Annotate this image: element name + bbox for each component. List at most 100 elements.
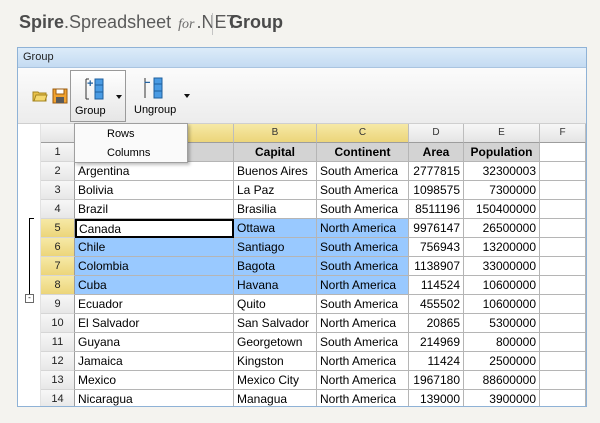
table-cell[interactable]: 32300003: [464, 162, 540, 181]
column-header-d[interactable]: D: [409, 124, 464, 143]
table-cell[interactable]: 13200000: [464, 238, 540, 257]
table-cell[interactable]: 150400000: [464, 200, 540, 219]
row-header[interactable]: 10: [41, 314, 75, 333]
table-cell[interactable]: Kingston: [234, 352, 317, 371]
table-cell-empty[interactable]: [540, 276, 586, 295]
table-cell[interactable]: La Paz: [234, 181, 317, 200]
table-header-cell[interactable]: Continent: [317, 143, 409, 162]
collapse-group-button[interactable]: -: [25, 294, 34, 303]
table-cell[interactable]: Brasilia: [234, 200, 317, 219]
row-header[interactable]: 5: [41, 219, 75, 238]
table-cell[interactable]: Colombia: [75, 257, 234, 276]
table-header-cell[interactable]: Area: [409, 143, 464, 162]
table-cell[interactable]: Quito: [234, 295, 317, 314]
table-header-cell[interactable]: Capital: [234, 143, 317, 162]
row-header[interactable]: 14: [41, 390, 75, 406]
table-cell-empty[interactable]: [540, 295, 586, 314]
table-cell[interactable]: 33000000: [464, 257, 540, 276]
table-cell[interactable]: Mexico City: [234, 371, 317, 390]
table-cell[interactable]: Nicaragua: [75, 390, 234, 406]
column-header-f[interactable]: F: [540, 124, 586, 143]
row-header[interactable]: 2: [41, 162, 75, 181]
table-cell[interactable]: 11424: [409, 352, 464, 371]
table-cell[interactable]: South America: [317, 162, 409, 181]
table-cell[interactable]: Ottawa: [234, 219, 317, 238]
table-cell[interactable]: Canada: [75, 219, 234, 238]
table-cell[interactable]: North America: [317, 276, 409, 295]
table-cell[interactable]: Jamaica: [75, 352, 234, 371]
row-header[interactable]: 9: [41, 295, 75, 314]
group-button[interactable]: + Group: [70, 70, 126, 122]
table-cell[interactable]: El Salvador: [75, 314, 234, 333]
table-cell-empty[interactable]: [540, 352, 586, 371]
table-cell[interactable]: Argentina: [75, 162, 234, 181]
table-cell-empty[interactable]: [540, 200, 586, 219]
table-cell-empty[interactable]: [540, 238, 586, 257]
row-header[interactable]: 4: [41, 200, 75, 219]
table-cell[interactable]: 114524: [409, 276, 464, 295]
table-cell[interactable]: Ecuador: [75, 295, 234, 314]
column-header-c[interactable]: C: [317, 124, 409, 143]
table-cell[interactable]: Bolivia: [75, 181, 234, 200]
table-cell[interactable]: 800000: [464, 333, 540, 352]
table-cell[interactable]: Guyana: [75, 333, 234, 352]
table-cell[interactable]: 1138907: [409, 257, 464, 276]
table-cell[interactable]: South America: [317, 333, 409, 352]
table-cell[interactable]: 2777815: [409, 162, 464, 181]
table-cell[interactable]: North America: [317, 219, 409, 238]
spreadsheet-grid[interactable]: - A B C D E F 1NameCapitalContinentAreaP…: [18, 124, 586, 406]
table-cell[interactable]: 26500000: [464, 219, 540, 238]
row-header[interactable]: 12: [41, 352, 75, 371]
table-cell[interactable]: 8511196: [409, 200, 464, 219]
table-cell-empty[interactable]: [540, 181, 586, 200]
table-cell-empty[interactable]: [540, 333, 586, 352]
table-cell-empty[interactable]: [540, 219, 586, 238]
table-cell-empty[interactable]: [540, 371, 586, 390]
column-header-e[interactable]: E: [464, 124, 540, 143]
table-cell[interactable]: 1967180: [409, 371, 464, 390]
table-cell[interactable]: 88600000: [464, 371, 540, 390]
table-cell[interactable]: San Salvador: [234, 314, 317, 333]
table-cell[interactable]: 10600000: [464, 276, 540, 295]
table-cell[interactable]: Mexico: [75, 371, 234, 390]
table-cell-empty[interactable]: [540, 257, 586, 276]
menu-item-rows[interactable]: Rows: [75, 125, 187, 144]
save-button[interactable]: [52, 88, 68, 104]
ungroup-button[interactable]: − Ungroup: [128, 70, 190, 122]
table-cell[interactable]: South America: [317, 295, 409, 314]
table-cell[interactable]: 5300000: [464, 314, 540, 333]
table-cell[interactable]: 1098575: [409, 181, 464, 200]
row-header[interactable]: 7: [41, 257, 75, 276]
table-cell[interactable]: 2500000: [464, 352, 540, 371]
row-header[interactable]: 13: [41, 371, 75, 390]
row-header[interactable]: 6: [41, 238, 75, 257]
table-cell[interactable]: 455502: [409, 295, 464, 314]
row-header[interactable]: 8: [41, 276, 75, 295]
table-cell-empty[interactable]: [540, 162, 586, 181]
table-cell[interactable]: 214969: [409, 333, 464, 352]
table-cell[interactable]: Cuba: [75, 276, 234, 295]
table-cell[interactable]: 7300000: [464, 181, 540, 200]
table-cell[interactable]: South America: [317, 238, 409, 257]
table-cell[interactable]: 756943: [409, 238, 464, 257]
menu-item-columns[interactable]: Columns: [75, 144, 187, 163]
table-cell[interactable]: Chile: [75, 238, 234, 257]
table-cell[interactable]: 20865: [409, 314, 464, 333]
select-all-corner[interactable]: [41, 124, 75, 143]
column-header-b[interactable]: B: [234, 124, 317, 143]
table-cell[interactable]: Georgetown: [234, 333, 317, 352]
table-cell[interactable]: Managua: [234, 390, 317, 406]
table-header-cell[interactable]: Population: [464, 143, 540, 162]
table-cell[interactable]: South America: [317, 181, 409, 200]
table-cell[interactable]: 139000: [409, 390, 464, 406]
row-header[interactable]: 3: [41, 181, 75, 200]
group-dropdown-icon[interactable]: [116, 95, 122, 99]
table-cell-empty[interactable]: [540, 314, 586, 333]
table-cell[interactable]: North America: [317, 314, 409, 333]
table-cell[interactable]: North America: [317, 352, 409, 371]
table-cell[interactable]: 3900000: [464, 390, 540, 406]
open-button[interactable]: [32, 88, 48, 104]
table-cell[interactable]: Brazil: [75, 200, 234, 219]
table-cell[interactable]: South America: [317, 200, 409, 219]
ungroup-dropdown-icon[interactable]: [184, 94, 190, 98]
